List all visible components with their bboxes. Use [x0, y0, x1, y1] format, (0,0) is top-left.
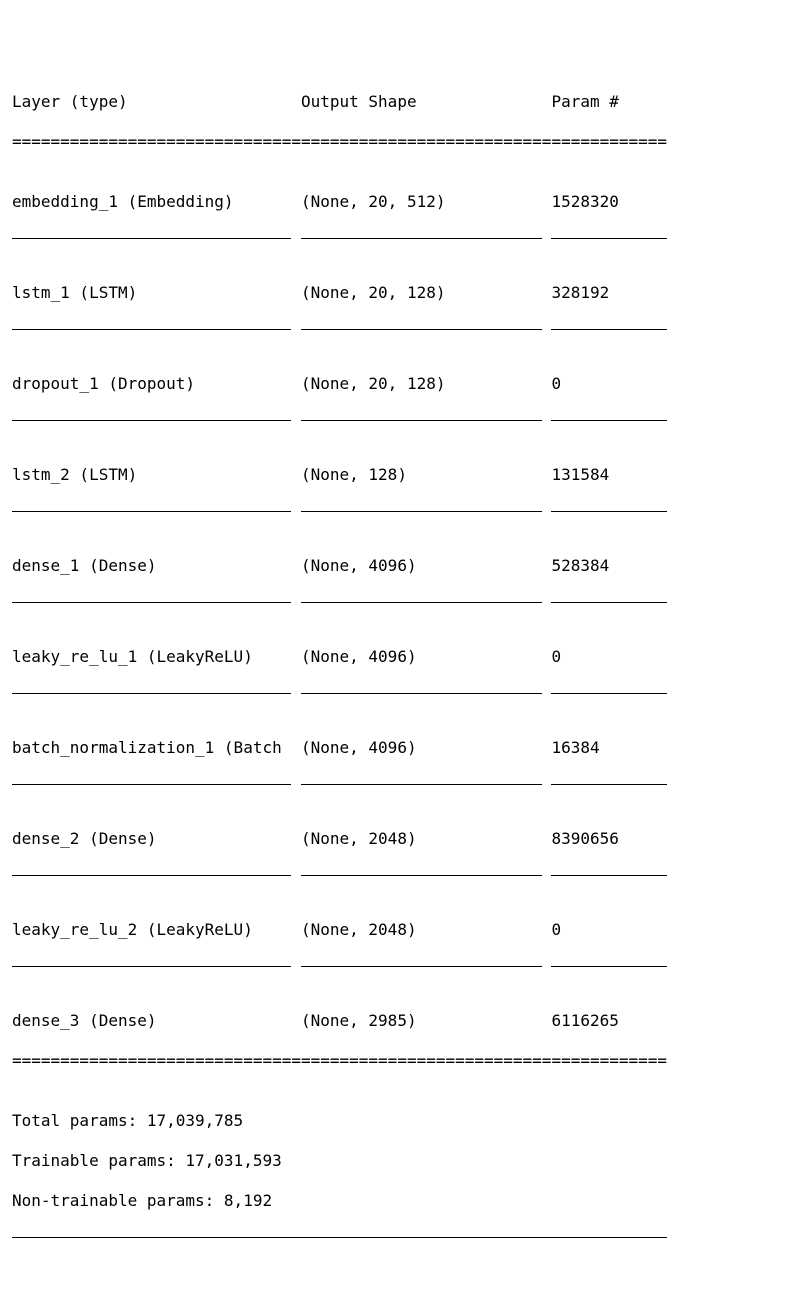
cell-shape: (None, 4096) — [301, 647, 551, 667]
cell-shape: (None, 4096) — [301, 738, 551, 758]
cell-param: 8390656 — [551, 829, 667, 849]
row-divider — [12, 238, 786, 239]
cell-param: 16384 — [551, 738, 667, 758]
cell-layer: dense_2 (Dense) — [12, 829, 301, 849]
cell-shape: (None, 2048) — [301, 920, 551, 940]
cell-shape: (None, 2985) — [301, 1011, 551, 1031]
cell-layer: lstm_2 (LSTM) — [12, 465, 301, 485]
row-divider — [12, 420, 786, 421]
row-divider — [12, 693, 786, 694]
table-row: lstm_1 (LSTM) (None, 20, 128) 328192 — [12, 283, 786, 303]
divider-top: ========================================… — [12, 132, 786, 152]
row-divider — [12, 966, 786, 967]
table-row: leaky_re_lu_1 (LeakyReLU) (None, 4096) 0 — [12, 647, 786, 667]
cell-layer: leaky_re_lu_2 (LeakyReLU) — [12, 920, 301, 940]
cell-layer: batch_normalization_1 (Batch — [12, 738, 301, 758]
cell-layer: embedding_1 (Embedding) — [12, 192, 301, 212]
cell-param: 0 — [551, 374, 667, 394]
cell-shape: (None, 2048) — [301, 829, 551, 849]
cell-param: 0 — [551, 920, 667, 940]
table-row: embedding_1 (Embedding) (None, 20, 512) … — [12, 192, 786, 212]
table-row: dense_1 (Dense) (None, 4096) 528384 — [12, 556, 786, 576]
cell-shape: (None, 20, 128) — [301, 374, 551, 394]
bottom-divider — [12, 1237, 667, 1238]
table-header-row: Layer (type) Output Shape Param # — [12, 92, 786, 112]
row-divider — [12, 602, 786, 603]
header-shape: Output Shape — [301, 92, 551, 112]
cell-layer: dropout_1 (Dropout) — [12, 374, 301, 394]
cell-layer: leaky_re_lu_1 (LeakyReLU) — [12, 647, 301, 667]
cell-param: 328192 — [551, 283, 667, 303]
row-divider — [12, 511, 786, 512]
row-divider — [12, 784, 786, 785]
cell-param: 528384 — [551, 556, 667, 576]
cell-shape: (None, 20, 128) — [301, 283, 551, 303]
cell-shape: (None, 128) — [301, 465, 551, 485]
cell-layer: dense_1 (Dense) — [12, 556, 301, 576]
header-layer: Layer (type) — [12, 92, 301, 112]
table-row: dropout_1 (Dropout) (None, 20, 128) 0 — [12, 374, 786, 394]
cell-param: 1528320 — [551, 192, 667, 212]
row-divider — [12, 875, 786, 876]
cell-param: 131584 — [551, 465, 667, 485]
table-row: batch_normalization_1 (Batch (None, 4096… — [12, 738, 786, 758]
cell-layer: dense_3 (Dense) — [12, 1011, 301, 1031]
table-row: leaky_re_lu_2 (LeakyReLU) (None, 2048) 0 — [12, 920, 786, 940]
cell-shape: (None, 4096) — [301, 556, 551, 576]
header-param: Param # — [551, 92, 667, 112]
table-row: dense_2 (Dense) (None, 2048) 8390656 — [12, 829, 786, 849]
row-divider — [12, 329, 786, 330]
divider-bottom: ========================================… — [12, 1051, 786, 1071]
cell-shape: (None, 20, 512) — [301, 192, 551, 212]
cell-layer: lstm_1 (LSTM) — [12, 283, 301, 303]
cell-param: 6116265 — [551, 1011, 667, 1031]
summary-non-trainable: Non-trainable params: 8,192 — [12, 1191, 786, 1211]
table-row: dense_3 (Dense) (None, 2985) 6116265 — [12, 1011, 786, 1031]
table-row: lstm_2 (LSTM) (None, 128) 131584 — [12, 465, 786, 485]
summary-total: Total params: 17,039,785 — [12, 1111, 786, 1131]
summary-trainable: Trainable params: 17,031,593 — [12, 1151, 786, 1171]
cell-param: 0 — [551, 647, 667, 667]
